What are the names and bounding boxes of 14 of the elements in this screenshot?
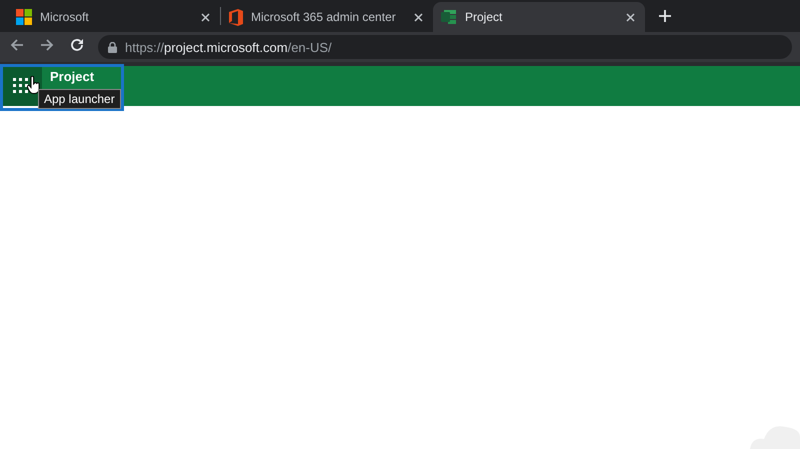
address-bar[interactable]: https://project.microsoft.com/en-US/: [98, 35, 792, 59]
project-logo-icon: [441, 9, 457, 25]
plus-icon: [659, 10, 671, 22]
browser-tab[interactable]: Microsoft: [8, 2, 220, 32]
tooltip: App launcher: [38, 89, 121, 109]
browser-tab[interactable]: Microsoft 365 admin center: [221, 2, 433, 32]
office-logo-icon: [229, 8, 243, 26]
hand-cursor-icon: [27, 76, 41, 94]
app-title: Project: [50, 70, 94, 84]
url-text: https://project.microsoft.com/en-US/: [125, 40, 332, 54]
lock-icon: [108, 42, 117, 52]
browser-tab[interactable]: Project: [433, 2, 645, 32]
windows-logo-icon: [16, 9, 32, 25]
grid-icon: [13, 78, 29, 94]
